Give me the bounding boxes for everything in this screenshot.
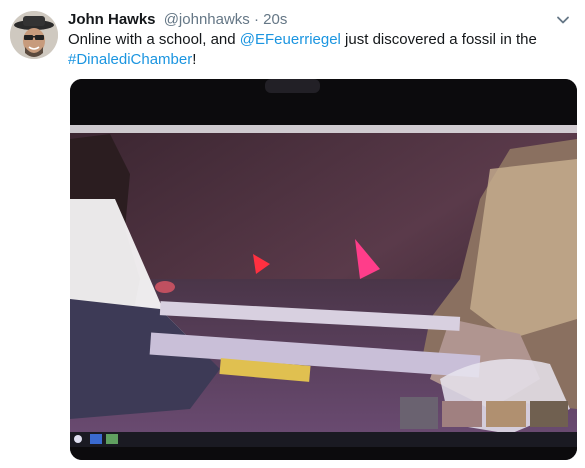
tweet-text-part: ! [192, 51, 197, 68]
mention-link[interactable]: @EFeuerriegel [240, 31, 341, 48]
tweet-timestamp[interactable]: 20s [263, 11, 287, 28]
tweet-text: Online with a school, and @EFeuerriegel … [68, 30, 573, 70]
author-display-name[interactable]: John Hawks [68, 11, 156, 28]
photo-laptop-screen [70, 79, 577, 460]
header-separator: · [253, 11, 259, 28]
tweet-header: John Hawks @johnhawks · 20s [68, 10, 287, 30]
chevron-down-icon[interactable] [555, 12, 571, 28]
avatar-image [10, 11, 58, 59]
author-handle[interactable]: @johnhawks [164, 11, 250, 28]
tweet-card[interactable]: John Hawks @johnhawks · 20s Online with … [0, 0, 585, 468]
tweet-text-part: just discovered a fossil in the [340, 31, 537, 48]
hashtag-link[interactable]: #DinalediChamber [68, 51, 192, 68]
tweet-media-photo[interactable] [70, 79, 577, 460]
tweet-text-part: Online with a school, and [68, 31, 240, 48]
avatar[interactable] [10, 11, 58, 59]
